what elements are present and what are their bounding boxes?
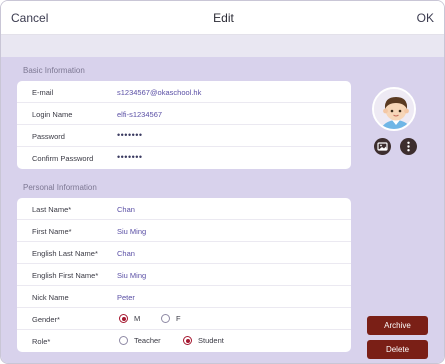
- login-name-value[interactable]: elfi-s1234567: [117, 110, 162, 119]
- edit-dialog: Cancel Edit OK Basic Information E-mail …: [0, 0, 445, 364]
- english-first-name-label: English First Name*: [32, 271, 99, 280]
- nick-name-value[interactable]: Peter: [117, 293, 135, 302]
- radio-unchecked-icon[interactable]: [119, 336, 128, 345]
- gender-label: Gender*: [32, 315, 60, 324]
- role-option-teacher[interactable]: Teacher: [119, 336, 161, 345]
- section-title-basic: Basic Information: [23, 66, 85, 75]
- email-row[interactable]: E-mail s1234567@okaschool.hk: [17, 81, 351, 103]
- header-bar: Cancel Edit OK: [1, 1, 444, 35]
- photo-icon: [377, 142, 388, 151]
- english-last-name-value[interactable]: Chan: [117, 249, 135, 258]
- last-name-row[interactable]: Last Name* Chan: [17, 198, 351, 220]
- gender-row: Gender* M F: [17, 308, 351, 330]
- gender-option-f-label: F: [176, 314, 181, 323]
- nick-name-row[interactable]: Nick Name Peter: [17, 286, 351, 308]
- gender-option-f[interactable]: F: [161, 314, 181, 323]
- english-last-name-label: English Last Name*: [32, 249, 98, 258]
- role-row: Role* Teacher Student: [17, 330, 351, 352]
- first-name-value[interactable]: Siu Ming: [117, 227, 146, 236]
- archive-button[interactable]: Archive: [367, 316, 428, 335]
- change-photo-button[interactable]: [374, 138, 391, 155]
- password-label: Password: [32, 132, 65, 141]
- english-first-name-value[interactable]: Siu Ming: [117, 271, 146, 280]
- role-label: Role*: [32, 337, 51, 346]
- role-option-teacher-label: Teacher: [134, 336, 161, 345]
- login-name-label: Login Name: [32, 110, 73, 119]
- last-name-label: Last Name*: [32, 205, 72, 214]
- nick-name-label: Nick Name: [32, 293, 69, 302]
- email-label: E-mail: [32, 88, 54, 97]
- delete-button[interactable]: Delete: [367, 340, 428, 359]
- basic-info-card: E-mail s1234567@okaschool.hk Login Name …: [17, 81, 351, 169]
- avatar-illustration: [374, 89, 414, 129]
- english-last-name-row[interactable]: English Last Name* Chan: [17, 242, 351, 264]
- more-vertical-icon: [407, 141, 410, 152]
- first-name-label: First Name*: [32, 227, 72, 236]
- page-title: Edit: [213, 11, 234, 25]
- personal-info-card: Last Name* Chan First Name* Siu Ming Eng…: [17, 198, 351, 352]
- ok-button[interactable]: OK: [417, 11, 434, 25]
- confirm-password-label: Confirm Password: [32, 154, 94, 163]
- header-strip: [1, 35, 444, 57]
- gender-option-m[interactable]: M: [119, 314, 140, 323]
- last-name-value[interactable]: Chan: [117, 205, 135, 214]
- more-options-button[interactable]: [400, 138, 417, 155]
- role-option-student[interactable]: Student: [183, 336, 224, 345]
- password-field[interactable]: •••••••: [117, 130, 143, 140]
- first-name-row[interactable]: First Name* Siu Ming: [17, 220, 351, 242]
- confirm-password-row[interactable]: Confirm Password •••••••: [17, 147, 351, 169]
- login-name-row[interactable]: Login Name elfi-s1234567: [17, 103, 351, 125]
- confirm-password-field[interactable]: •••••••: [117, 152, 143, 162]
- password-row[interactable]: Password •••••••: [17, 125, 351, 147]
- english-first-name-row[interactable]: English First Name* Siu Ming: [17, 264, 351, 286]
- section-title-personal: Personal Information: [23, 183, 97, 192]
- role-option-student-label: Student: [198, 336, 224, 345]
- student-avatar: [372, 87, 416, 131]
- radio-checked-icon[interactable]: [183, 336, 192, 345]
- email-value[interactable]: s1234567@okaschool.hk: [117, 88, 201, 97]
- radio-checked-icon[interactable]: [119, 314, 128, 323]
- gender-option-m-label: M: [134, 314, 141, 323]
- radio-unchecked-icon[interactable]: [161, 314, 170, 323]
- form-content: Basic Information E-mail s1234567@okasch…: [1, 57, 444, 363]
